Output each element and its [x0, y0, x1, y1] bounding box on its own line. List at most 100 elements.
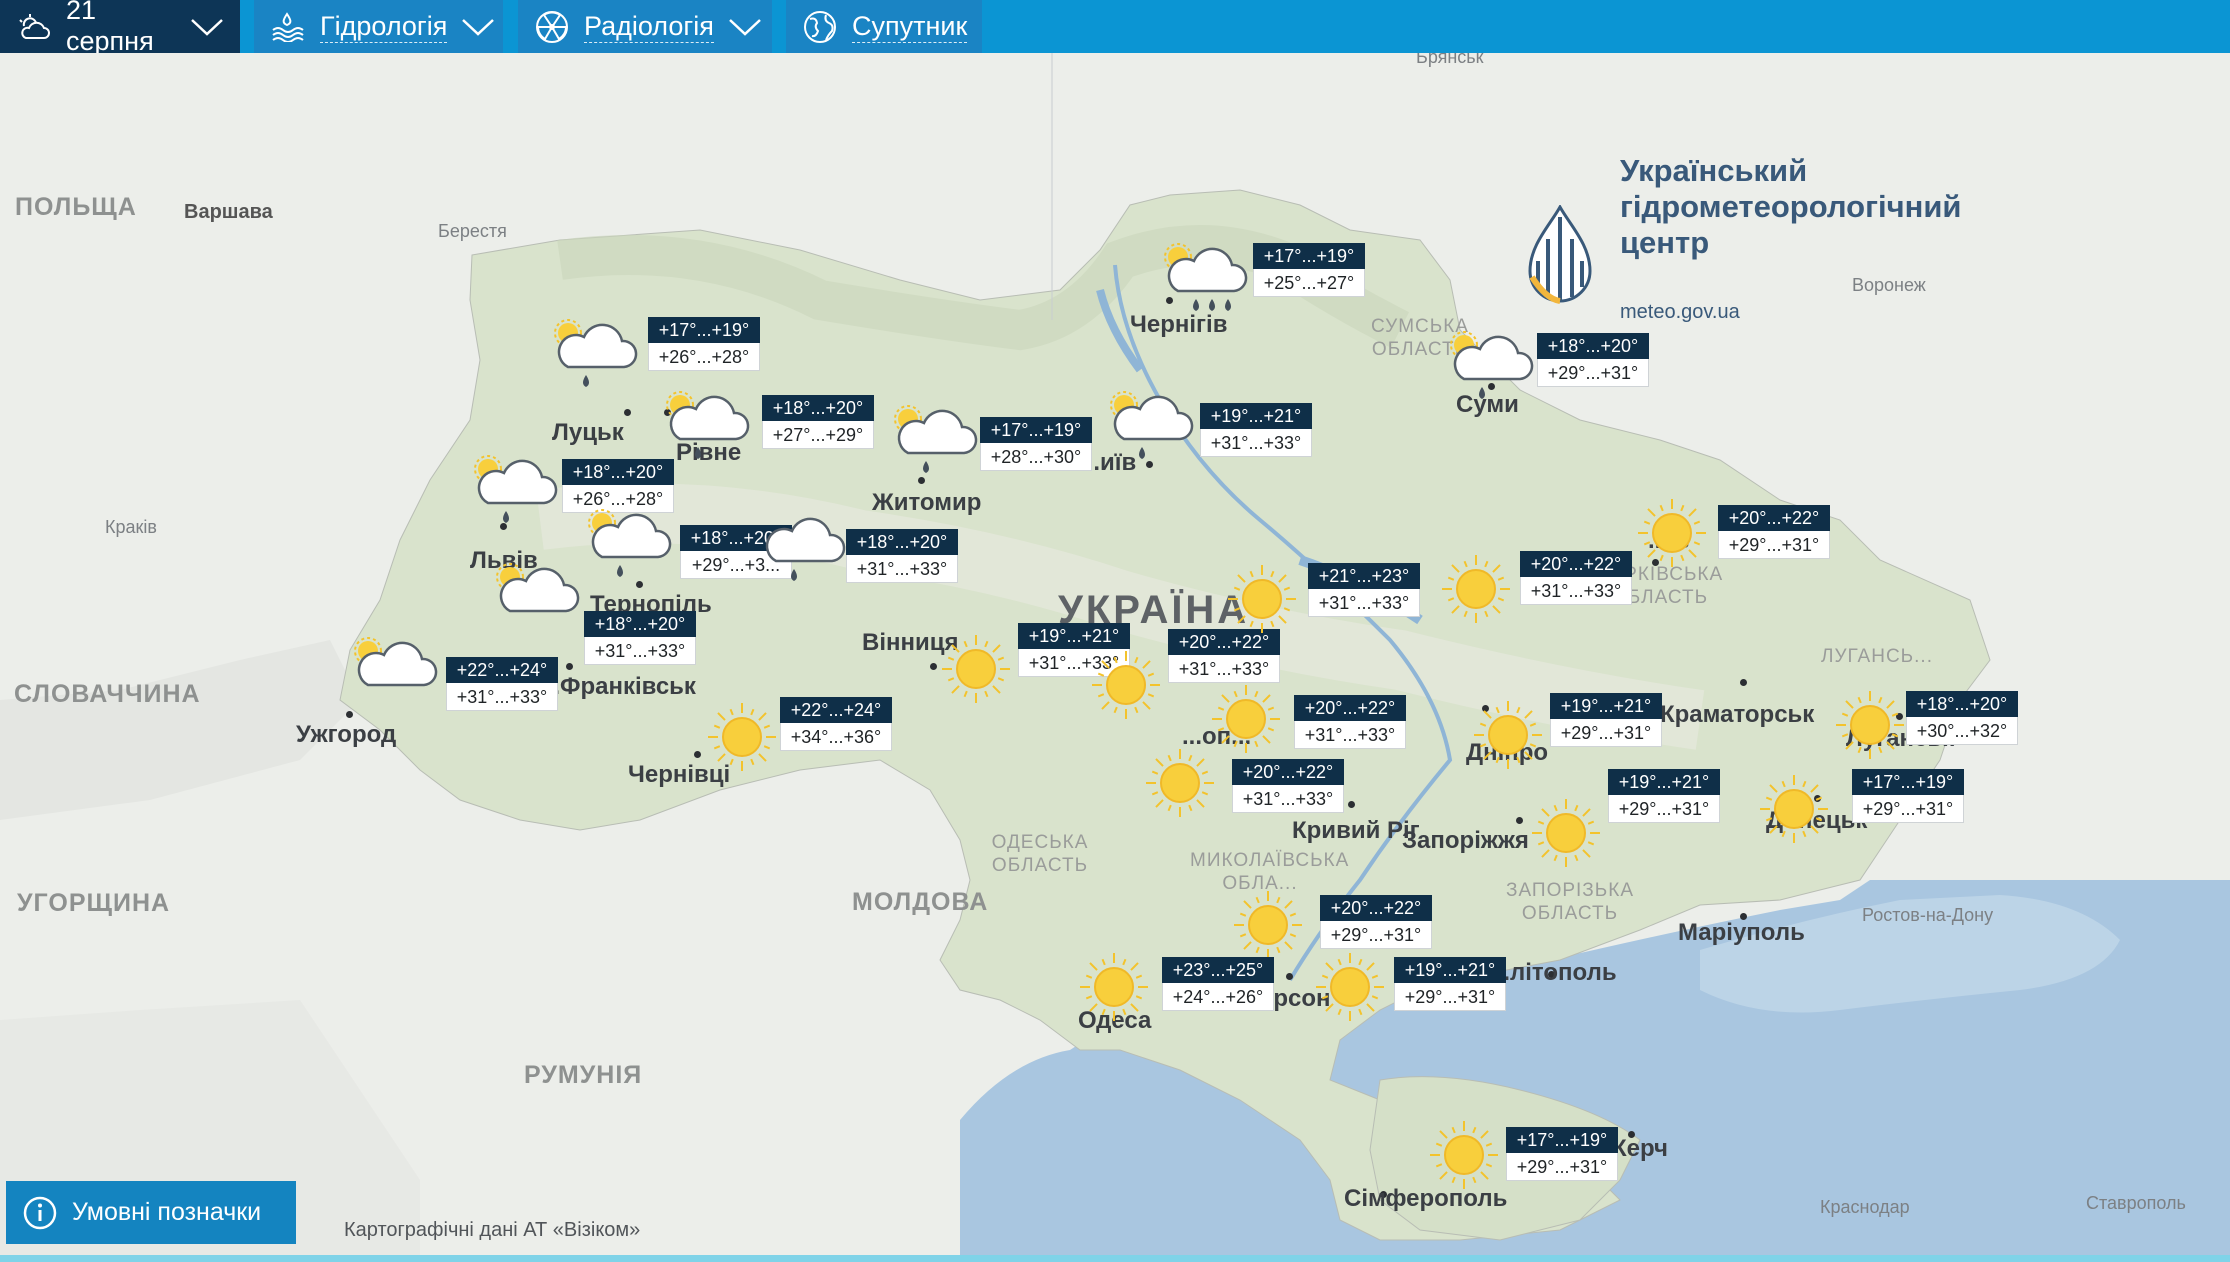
city-label-melitopol[interactable]: ...літополь [1490, 959, 1617, 987]
temperature-box-uzhhorod[interactable]: +22°...+24° +31°...+33° [446, 657, 558, 711]
temperature-box-donetsk[interactable]: +17°...+19° +29°...+31° [1852, 769, 1964, 823]
night-temperature: +22°...+24° [446, 657, 558, 683]
sun-icon[interactable] [940, 633, 1012, 710]
city-dot [930, 663, 937, 670]
sun-icon[interactable] [1232, 889, 1304, 966]
cloud-rain-icon[interactable] [758, 511, 848, 590]
sun-icon[interactable] [1530, 797, 1602, 874]
day-temperature: +29°...+31° [1320, 921, 1432, 949]
sun-icon[interactable] [1636, 497, 1708, 574]
temperature-box-crimea[interactable]: +17°...+19° +29°...+31° [1506, 1127, 1618, 1181]
oblast-label: ОДЕСЬКА ОБЛАСТЬ [991, 832, 1089, 876]
temperature-box-zaporizhzhia[interactable]: +19°...+21° +29°...+31° [1608, 769, 1720, 823]
country-label: МОЛДОВА [852, 888, 989, 916]
partly-cloudy-rain-icon[interactable] [1106, 389, 1196, 468]
partly-cloudy-rain-icon[interactable] [470, 453, 560, 532]
sun-icon[interactable] [1144, 747, 1216, 824]
sun-icon[interactable] [1314, 951, 1386, 1028]
sun-icon[interactable] [1428, 1119, 1500, 1196]
partly-cloudy-icon[interactable] [350, 635, 440, 714]
temperature-box-northeast[interactable]: +20°...+22° +29°...+31° [1718, 505, 1830, 559]
night-temperature: +17°...+19° [980, 417, 1092, 443]
city-label-kryvyi[interactable]: Кривий Ріг [1292, 817, 1420, 845]
temperature-box-chernivtsi[interactable]: +22°...+24° +34°...+36° [780, 697, 892, 751]
day-temperature: +29°...+31° [1852, 795, 1964, 823]
city-label-mariupol[interactable]: Маріуполь [1678, 919, 1805, 947]
satellite-menu[interactable]: Супутник [786, 0, 982, 53]
hydrology-menu[interactable]: Гідрологія [254, 0, 503, 53]
day-temperature: +31°...+33° [1520, 577, 1632, 605]
day-temperature: +27°...+29° [762, 421, 874, 449]
place-label: Варшава [184, 201, 273, 223]
country-label: УГОРЩИНА [17, 889, 171, 917]
oblast-label: ЛУГАНСЬ... [1821, 646, 1933, 667]
radiology-menu[interactable]: Радіологія [518, 0, 772, 53]
logo-url[interactable]: meteo.gov.ua [1620, 301, 1740, 324]
night-temperature: +18°...+20° [1906, 691, 2018, 717]
satellite-label: Супутник [852, 10, 968, 43]
weather-map[interactable]: ПОЛЬЩА СЛОВАЧЧИНА УГОРЩИНА РУМУНІЯ МОЛДО… [0, 53, 2230, 1262]
city-label-zhytomyr[interactable]: Житомир [872, 489, 981, 517]
temperature-box-rivne[interactable]: +18°...+20° +27°...+29° [762, 395, 874, 449]
city-label-kerch[interactable]: Керч [1612, 1135, 1668, 1163]
sun-icon[interactable] [1834, 689, 1906, 766]
day-temperature: +24°...+26° [1162, 983, 1274, 1011]
temperature-box-kyiv[interactable]: +19°...+21° +31°...+33° [1200, 403, 1312, 457]
country-label: РУМУНІЯ [524, 1061, 643, 1089]
temperature-box-mykolaiv[interactable]: +20°...+22° +29°...+31° [1320, 895, 1432, 949]
partly-cloudy-icon[interactable] [492, 561, 582, 640]
legend-button[interactable]: Умовні позначки [6, 1181, 296, 1244]
city-dot [566, 663, 573, 670]
weather-cloud-sun-icon [16, 12, 52, 42]
night-temperature: +21°...+23° [1308, 563, 1420, 589]
sun-icon[interactable] [706, 701, 778, 778]
info-icon [23, 1196, 57, 1229]
day-temperature: +31°...+33° [846, 555, 958, 583]
temperature-box-zhytomyr[interactable]: +17°...+19° +28°...+30° [980, 417, 1092, 471]
city-label-ivano[interactable]: ...Франківськ [540, 673, 696, 701]
temperature-box-kherson[interactable]: +19°...+21° +29°...+31° [1394, 957, 1506, 1011]
city-label-lutsk[interactable]: Луцьк [552, 419, 624, 447]
partly-cloudy-rain-icon[interactable] [550, 317, 640, 396]
rain-cloud-icon[interactable] [1160, 241, 1250, 320]
ugmc-logo[interactable]: Український гідрометеорологічний центр m… [1520, 153, 2040, 343]
partly-cloudy-rain-icon[interactable] [890, 403, 980, 482]
temperature-box-kremenchuk[interactable]: +20°...+22° +31°...+33° [1294, 695, 1406, 749]
temperature-box-dnipro[interactable]: +19°...+21° +29°...+31° [1550, 693, 1662, 747]
sun-icon[interactable] [1078, 951, 1150, 1028]
sun-icon[interactable] [1472, 699, 1544, 776]
bottom-strip [0, 1255, 2230, 1262]
sun-icon[interactable] [1758, 773, 1830, 850]
city-label-kramatorsk[interactable]: Краматорськ [1660, 701, 1814, 729]
partly-cloudy-rain-icon[interactable] [584, 507, 674, 586]
night-temperature: +22°...+24° [780, 697, 892, 723]
city-label-uzhhorod[interactable]: Ужгород [296, 721, 396, 749]
sun-icon[interactable] [1210, 683, 1282, 760]
date-selector[interactable]: 21 серпня [0, 0, 240, 58]
temperature-box-lutsk[interactable]: +17°...+19° +26°...+28° [648, 317, 760, 371]
temperature-box-luhansk[interactable]: +18°...+20° +30°...+32° [1906, 691, 2018, 745]
temperature-box-kharkiv[interactable]: +20°...+22° +31°...+33° [1520, 551, 1632, 605]
day-temperature: +31°...+33° [584, 637, 696, 665]
temperature-box-odesa[interactable]: +23°...+25° +24°...+26° [1162, 957, 1274, 1011]
temperature-box-lviv[interactable]: +18°...+20° +26°...+28° [562, 459, 674, 513]
temperature-box-chernihiv[interactable]: +17°...+19° +25°...+27° [1253, 243, 1365, 297]
sun-icon[interactable] [1090, 649, 1162, 726]
temperature-box-poltava[interactable]: +21°...+23° +31°...+33° [1308, 563, 1420, 617]
sun-icon[interactable] [1440, 553, 1512, 630]
partly-cloudy-rain-icon[interactable] [662, 389, 752, 468]
water-waves-icon [270, 11, 306, 42]
temperature-box-khmelnytskyi[interactable]: +18°...+20° +31°...+33° [846, 529, 958, 583]
chevron-down-icon [728, 17, 762, 37]
day-temperature: +34°...+36° [780, 723, 892, 751]
day-temperature: +29°...+31° [1506, 1153, 1618, 1181]
city-label-zaporizhzhia[interactable]: Запоріжжя [1402, 827, 1529, 855]
temperature-box-kropyvnytskyi[interactable]: +20°...+22° +31°...+33° [1232, 759, 1344, 813]
temperature-box-ivano[interactable]: +18°...+20° +31°...+33° [584, 611, 696, 665]
logo-title: Український гідрометеорологічний центр [1620, 153, 1962, 260]
hydrology-label: Гідрологія [320, 10, 448, 43]
sun-icon[interactable] [1226, 563, 1298, 640]
night-temperature: +18°...+20° [584, 611, 696, 637]
day-temperature: +25°...+27° [1253, 269, 1365, 297]
day-temperature: +31°...+33° [1308, 589, 1420, 617]
